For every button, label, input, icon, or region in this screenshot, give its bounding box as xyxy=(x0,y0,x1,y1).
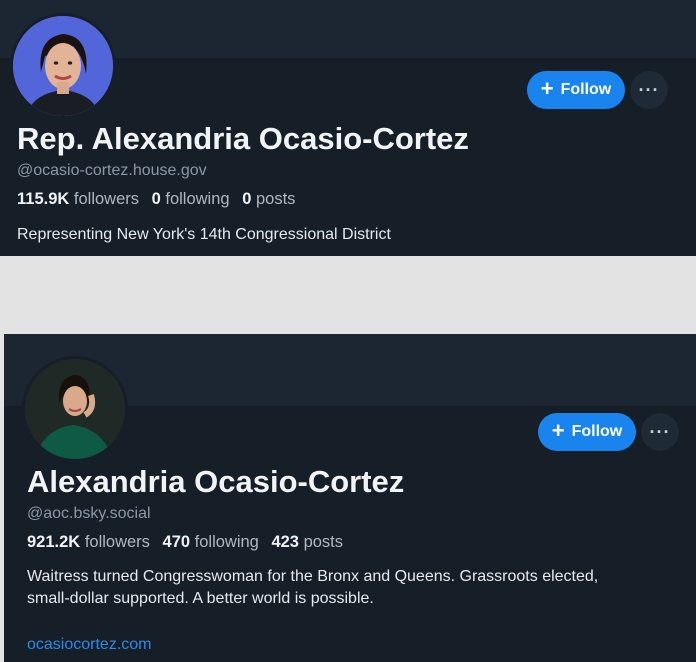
following-stat[interactable]: 0 following xyxy=(152,190,230,208)
following-label: following xyxy=(165,190,230,208)
posts-label: posts xyxy=(303,533,344,551)
followers-count: 921.2K xyxy=(27,533,81,551)
profile-card-official: + Follow ··· Rep. Alexandria Ocasio-Cort… xyxy=(0,0,696,256)
following-label: following xyxy=(194,533,259,551)
profile-card-personal: + Follow ··· Alexandria Ocasio-Cortez @a… xyxy=(4,334,696,662)
avatar[interactable] xyxy=(10,13,116,119)
more-options-button[interactable]: ··· xyxy=(641,413,679,451)
profile-handle: @ocasio-cortez.house.gov xyxy=(17,162,207,179)
bio-line: Waitress turned Congresswoman for the Br… xyxy=(27,568,599,585)
followers-label: followers xyxy=(84,533,150,551)
profile-handle: @aoc.bsky.social xyxy=(27,505,151,522)
bio-line: small-dollar supported. A better world i… xyxy=(27,590,374,607)
followers-count: 115.9K xyxy=(17,190,70,208)
follow-label: Follow xyxy=(560,81,612,98)
followers-label: followers xyxy=(73,190,139,208)
following-count: 0 xyxy=(151,190,161,208)
profile-bio: Representing New York's 14th Congression… xyxy=(17,226,391,243)
avatar-photo xyxy=(13,16,113,116)
display-name: Alexandria Ocasio-Cortez xyxy=(27,464,405,499)
followers-stat[interactable]: 115.9K followers xyxy=(17,190,139,208)
plus-icon: + xyxy=(540,76,554,101)
followers-stat[interactable]: 921.2K followers xyxy=(27,533,150,551)
following-stat[interactable]: 470 following xyxy=(163,533,259,551)
more-icon: ··· xyxy=(638,79,660,100)
posts-label: posts xyxy=(255,190,296,208)
profile-stats: 115.9K followers 0 following 0 posts xyxy=(17,190,295,209)
following-count: 470 xyxy=(162,533,191,551)
posts-count: 423 xyxy=(271,533,299,551)
plus-icon: + xyxy=(551,418,565,443)
profile-stats: 921.2K followers 470 following 423 posts xyxy=(27,533,343,552)
more-options-button[interactable]: ··· xyxy=(630,71,668,109)
posts-stat: 0 posts xyxy=(242,190,295,208)
more-icon: ··· xyxy=(649,421,671,442)
follow-button[interactable]: + Follow xyxy=(527,71,625,109)
profile-website-link[interactable]: ocasiocortez.com xyxy=(27,636,152,654)
follow-button[interactable]: + Follow xyxy=(538,413,636,451)
posts-count: 0 xyxy=(242,190,252,208)
posts-stat: 423 posts xyxy=(271,533,343,551)
profile-bio: Waitress turned Congresswoman for the Br… xyxy=(27,566,687,610)
follow-label: Follow xyxy=(571,423,623,440)
display-name: Rep. Alexandria Ocasio-Cortez xyxy=(17,121,469,156)
avatar-photo xyxy=(25,359,125,459)
avatar[interactable] xyxy=(22,356,128,462)
